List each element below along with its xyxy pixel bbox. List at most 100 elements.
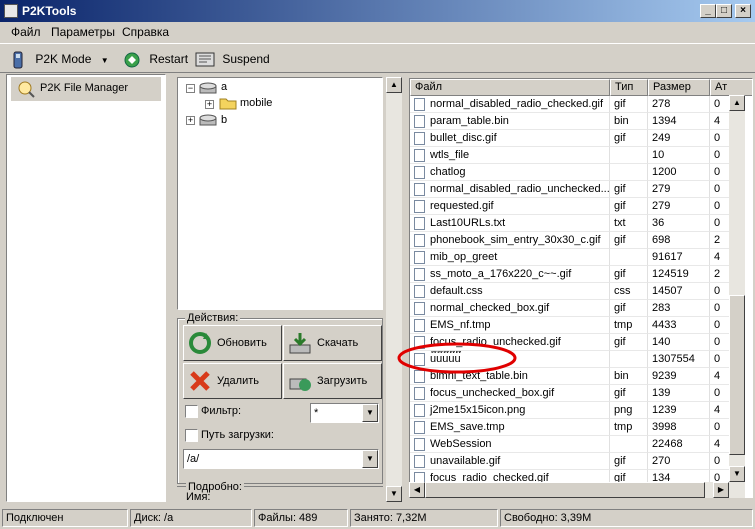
- table-row[interactable]: default.css css 14507 0: [410, 283, 740, 300]
- close-button[interactable]: ×: [735, 4, 751, 18]
- table-row[interactable]: mib_op_greet 91617 4: [410, 249, 740, 266]
- cell-size: 1239: [648, 402, 710, 419]
- cell-size: 124519: [648, 266, 710, 283]
- table-row[interactable]: j2me15x15icon.png png 1239 4: [410, 402, 740, 419]
- cell-size: 36: [648, 215, 710, 232]
- tree-node-a[interactable]: a: [221, 81, 227, 93]
- suspend-button[interactable]: Suspend: [195, 48, 270, 70]
- delete-button[interactable]: Удалить: [183, 363, 282, 399]
- table-row[interactable]: EMS_nf.tmp tmp 4433 0: [410, 317, 740, 334]
- upload-path-combo[interactable]: /a/ ▼: [183, 449, 379, 469]
- table-row[interactable]: param_table.bin bin 1394 4: [410, 113, 740, 130]
- status-free: Свободно: 3,39M: [500, 509, 753, 527]
- col-header-file[interactable]: Файл: [410, 79, 610, 96]
- scroll-thumb[interactable]: [729, 295, 745, 455]
- filter-label: Фильтр:: [201, 405, 242, 417]
- scroll-left-button[interactable]: ◀: [409, 482, 425, 498]
- cell-type: gif: [610, 96, 648, 113]
- expand-icon[interactable]: +: [205, 100, 214, 109]
- table-row[interactable]: requested.gif gif 279 0: [410, 198, 740, 215]
- minimize-button[interactable]: _: [700, 4, 716, 18]
- cell-name: param_table.bin: [410, 113, 610, 130]
- cell-type: [610, 436, 648, 453]
- upload-path-checkbox[interactable]: [185, 429, 198, 442]
- table-row[interactable]: WebSession 22468 4: [410, 436, 740, 453]
- cell-size: 14507: [648, 283, 710, 300]
- splitter[interactable]: [168, 74, 172, 502]
- chevron-down-icon[interactable]: ▼: [362, 450, 378, 468]
- scroll-up-button[interactable]: ▲: [729, 95, 745, 111]
- restart-button[interactable]: Restart: [122, 48, 188, 70]
- cell-size: 3998: [648, 419, 710, 436]
- scroll-right-button[interactable]: ▶: [713, 482, 729, 498]
- tree-node-b[interactable]: b: [221, 114, 227, 126]
- scroll-down-button[interactable]: ▼: [386, 486, 402, 502]
- cell-name: Last10URLs.txt: [410, 215, 610, 232]
- refresh-label: Обновить: [217, 337, 267, 349]
- title-bar: P2KTools _ □ ×: [0, 0, 755, 22]
- cell-name: wtls_file: [410, 147, 610, 164]
- tree-node-mobile[interactable]: mobile: [240, 97, 272, 109]
- cell-size: 91617: [648, 249, 710, 266]
- table-row[interactable]: chatlog 1200 0: [410, 164, 740, 181]
- cell-name: normal_disabled_radio_checked.gif: [410, 96, 610, 113]
- menu-file[interactable]: Файл: [11, 25, 41, 39]
- upload-button[interactable]: Загрузить: [283, 363, 382, 399]
- collapse-icon[interactable]: −: [186, 84, 195, 93]
- table-row[interactable]: wtls_file 10 0: [410, 147, 740, 164]
- cell-name: phonebook_sim_entry_30x30_c.gif: [410, 232, 610, 249]
- restart-label: Restart: [149, 52, 189, 66]
- cell-type: [610, 249, 648, 266]
- p2k-mode-button[interactable]: P2K Mode ▼: [8, 48, 109, 70]
- phone-icon: [13, 51, 23, 69]
- left-pane-scrollbar[interactable]: ▲ ▼: [386, 77, 402, 502]
- table-row[interactable]: ss_moto_a_176x220_c~~.gif gif 124519 2: [410, 266, 740, 283]
- table-row[interactable]: unavailable.gif gif 270 0: [410, 453, 740, 470]
- table-row[interactable]: normal_disabled_radio_checked.gif gif 278 0: [410, 96, 740, 113]
- table-row[interactable]: normal_checked_box.gif gif 283 0: [410, 300, 740, 317]
- cell-type: [610, 351, 648, 368]
- cell-size: 4433: [648, 317, 710, 334]
- status-used: Занято: 7,32M: [350, 509, 498, 527]
- hscroll-thumb[interactable]: [425, 482, 705, 498]
- cell-type: bin: [610, 113, 648, 130]
- menu-help[interactable]: Справка: [122, 25, 169, 39]
- table-row[interactable]: normal_disabled_radio_unchecked... gif 279…: [410, 181, 740, 198]
- table-row[interactable]: focus_unchecked_box.gif gif 139 0: [410, 385, 740, 402]
- cell-type: [610, 164, 648, 181]
- expand-icon[interactable]: +: [186, 116, 195, 125]
- cell-name: default.css: [410, 283, 610, 300]
- status-bar: Подключен Диск: /a Файлы: 489 Занято: 7,…: [0, 507, 755, 529]
- download-button[interactable]: Скачать: [283, 325, 382, 361]
- cell-name: requested.gif: [410, 198, 610, 215]
- scroll-up-button[interactable]: ▲: [386, 77, 402, 93]
- table-row[interactable]: phonebook_sim_entry_30x30_c.gif gif 698 2: [410, 232, 740, 249]
- cell-name: j2me15x15icon.png: [410, 402, 610, 419]
- maximize-button[interactable]: □: [716, 4, 732, 18]
- table-row[interactable]: EMS_save.tmp tmp 3998 0: [410, 419, 740, 436]
- col-header-attr[interactable]: Ат: [710, 79, 752, 96]
- table-row[interactable]: Last10URLs.txt txt 36 0: [410, 215, 740, 232]
- cell-name: EMS_nf.tmp: [410, 317, 610, 334]
- chevron-down-icon[interactable]: ▼: [101, 56, 109, 65]
- cell-size: 22468: [648, 436, 710, 453]
- cell-type: css: [610, 283, 648, 300]
- menu-params[interactable]: Параметры: [51, 25, 115, 39]
- table-row[interactable]: bullet_disc.gif gif 249 0: [410, 130, 740, 147]
- cell-type: tmp: [610, 317, 648, 334]
- chevron-down-icon[interactable]: ▼: [362, 404, 378, 422]
- upload-icon: [289, 378, 311, 391]
- refresh-button[interactable]: Обновить: [183, 325, 282, 361]
- filter-checkbox[interactable]: [185, 405, 198, 418]
- refresh-icon: [189, 332, 211, 354]
- scroll-down-button[interactable]: ▼: [729, 466, 745, 482]
- filter-combo[interactable]: * ▼: [310, 403, 379, 423]
- file-table-hscrollbar[interactable]: ◀ ▶: [409, 482, 729, 498]
- module-item-file-manager[interactable]: P2K File Manager: [11, 77, 161, 101]
- col-header-type[interactable]: Тип: [610, 79, 648, 96]
- file-table-scrollbar[interactable]: ▲ ▼: [729, 95, 745, 498]
- col-header-size[interactable]: Размер: [648, 79, 710, 96]
- folder-tree: − a + mobile + b: [177, 77, 383, 310]
- cell-size: 10: [648, 147, 710, 164]
- cell-type: gif: [610, 300, 648, 317]
